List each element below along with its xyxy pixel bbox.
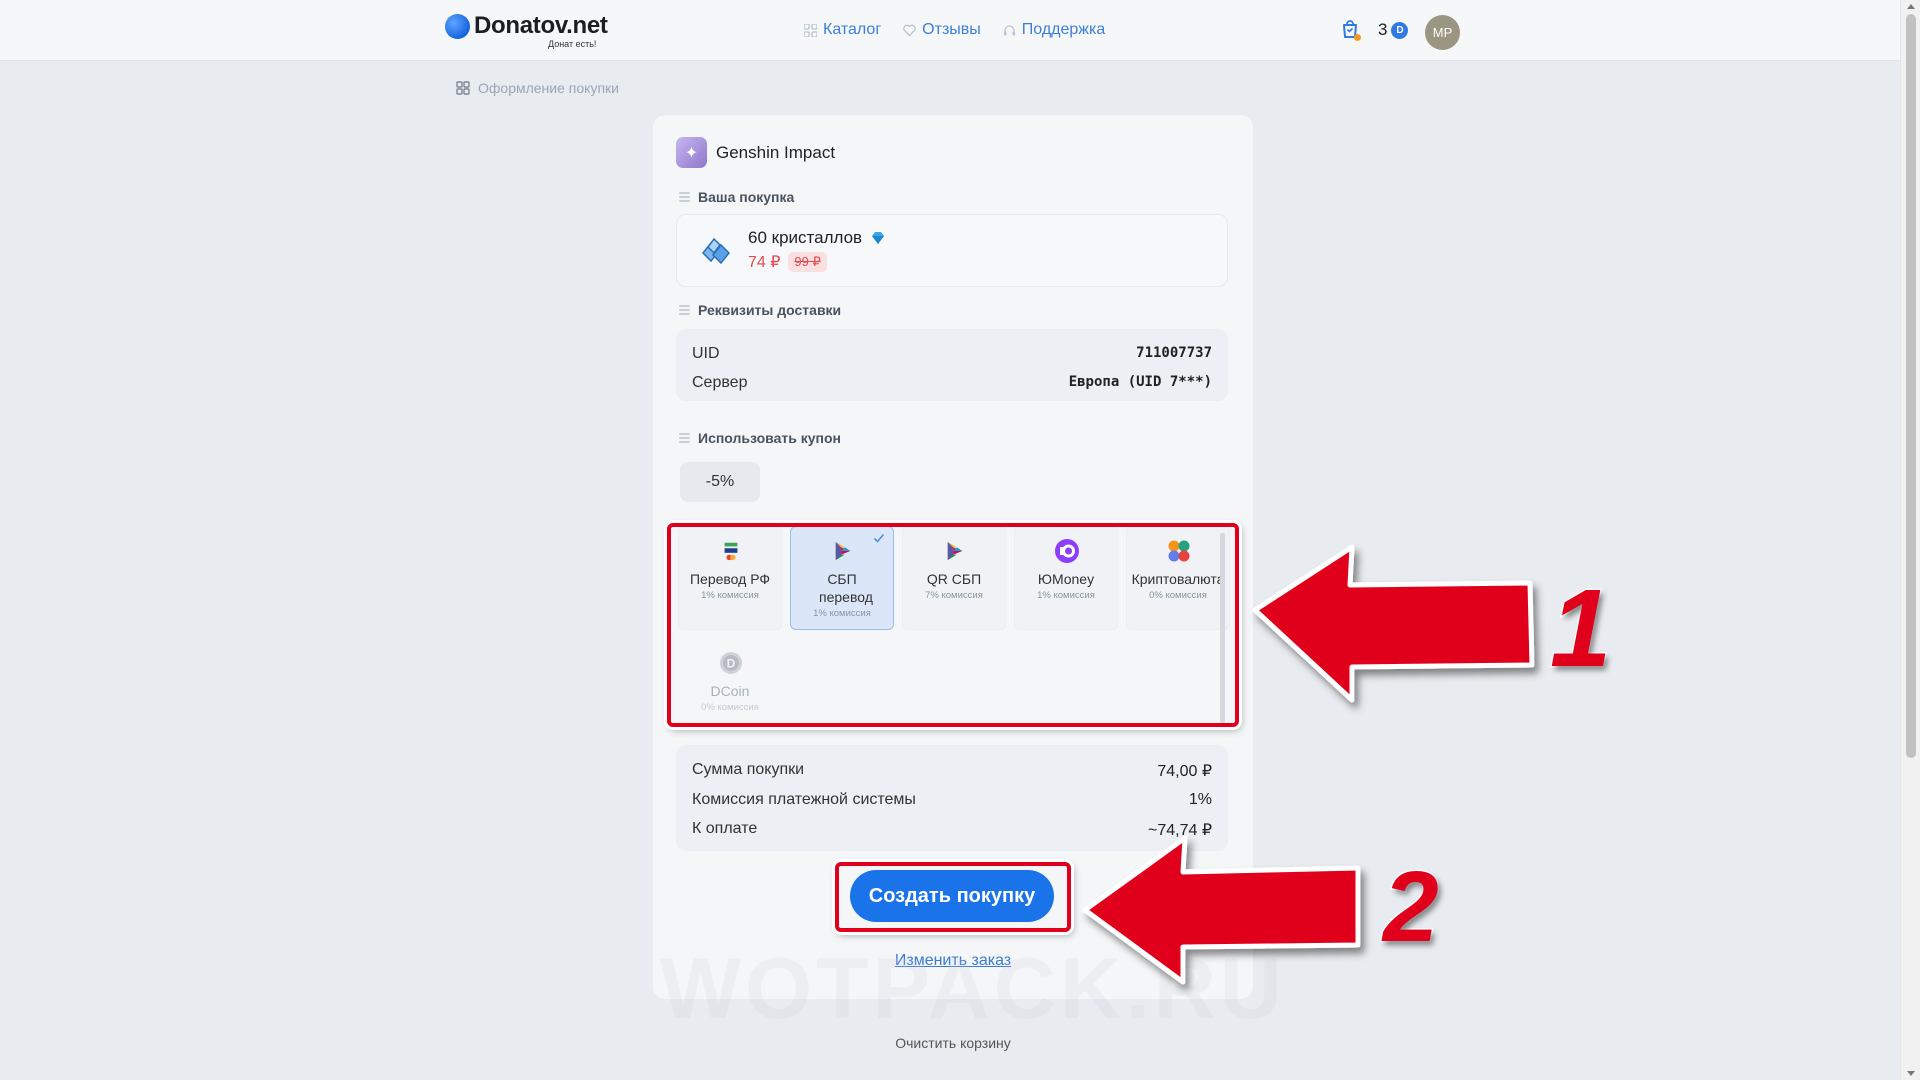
product-name: 60 кристаллов (748, 228, 886, 248)
sum-label: Сумма покупки (692, 761, 805, 778)
delivery-section-label: Реквизиты доставки (679, 302, 841, 318)
delivery-details: UID 711007737 Сервер Европа (UID 7***) (676, 329, 1228, 401)
balance-value: 3 (1378, 20, 1388, 39)
order-summary: Сумма покупки 74,00 ₽ Комиссия платежной… (676, 745, 1228, 851)
grid-icon (804, 23, 817, 37)
sum-row: Сумма покупки 74,00 ₽ (692, 761, 1212, 781)
step-number-1: 1 (1548, 566, 1612, 692)
coupon-section-text: Использовать купон (698, 430, 841, 446)
product-name-text: 60 кристаллов (748, 228, 863, 247)
clear-cart-link[interactable]: Очистить корзину (653, 1035, 1253, 1051)
page-scrollbar[interactable] (1900, 0, 1920, 1080)
crystals-icon (701, 237, 731, 265)
coupon-chip[interactable]: -5% (680, 462, 760, 502)
total-label: К оплате (692, 820, 758, 837)
arrow-step-1 (1252, 544, 1535, 703)
fee-label: Комиссия платежной системы (692, 791, 916, 808)
highlight-frame-button (835, 862, 1071, 932)
server-value: Европа (UID 7***) (1068, 374, 1212, 390)
total-value: ~74,74 ₽ (1147, 822, 1212, 839)
old-price: 99 ₽ (788, 252, 827, 272)
nav-support-label: Поддержка (1021, 21, 1106, 38)
sum-value: 74,00 ₽ (1157, 763, 1212, 780)
nav-reviews-label: Отзывы (922, 21, 981, 38)
coupon-section-label: Использовать купон (679, 430, 841, 446)
breadcrumb-current: Оформление покупки (478, 80, 619, 96)
heart-icon (903, 24, 916, 37)
avatar[interactable]: MP (1425, 15, 1460, 50)
product-item: 60 кристаллов 74 ₽ 99 ₽ (676, 214, 1228, 287)
nav-catalog-label: Каталог (823, 21, 882, 38)
nav-support[interactable]: Поддержка (1003, 21, 1105, 39)
top-header: Donatov.net Донат есть! Каталог Отзывы П… (0, 0, 1900, 61)
dcoin-icon: D (1391, 21, 1409, 39)
nav-catalog[interactable]: Каталог (804, 21, 881, 39)
server-label: Сервер (692, 374, 748, 391)
site-logo[interactable]: Donatov.net Донат есть! (445, 12, 608, 49)
nav-reviews[interactable]: Отзывы (903, 21, 981, 39)
game-header: ✦ Genshin Impact (676, 137, 835, 168)
uid-label: UID (692, 345, 720, 362)
cart-icon[interactable] (1340, 20, 1361, 41)
step-number-2: 2 (1382, 850, 1441, 965)
purchase-section-text: Ваша покупка (698, 189, 795, 205)
scroll-thumb[interactable] (1906, 14, 1916, 758)
game-avatar-icon: ✦ (676, 137, 707, 168)
gem-icon (872, 232, 885, 244)
list-icon (679, 192, 690, 202)
headset-icon (1003, 24, 1016, 37)
watermark: WOTPACK.RU (660, 941, 1287, 1037)
price-row: 74 ₽ 99 ₽ (748, 252, 827, 272)
breadcrumb: Оформление покупки (456, 80, 619, 96)
delivery-section-text: Реквизиты доставки (698, 302, 842, 318)
list-icon (679, 305, 690, 315)
highlight-frame-methods (667, 523, 1239, 727)
logo-ball-icon (445, 14, 470, 39)
logo-text: Donatov.net (474, 12, 608, 39)
game-title: Genshin Impact (716, 142, 836, 162)
scroll-up-arrow[interactable] (1907, 4, 1915, 9)
main-nav: Каталог Отзывы Поддержка (804, 21, 1105, 39)
fee-value: 1% (1188, 791, 1212, 808)
list-icon (679, 433, 690, 443)
fee-row: Комиссия платежной системы 1% (692, 791, 1212, 809)
coin-balance[interactable]: 3 D (1378, 20, 1409, 40)
home-grid-icon[interactable] (456, 81, 470, 95)
cart-badge (1354, 34, 1361, 41)
uid-row: UID 711007737 (692, 345, 1212, 363)
uid-value: 711007737 (1136, 345, 1212, 361)
current-price: 74 ₽ (748, 254, 781, 271)
scroll-down-arrow[interactable] (1907, 1071, 1915, 1076)
purchase-section-label: Ваша покупка (679, 189, 794, 205)
server-row: Сервер Европа (UID 7***) (692, 374, 1212, 392)
logo-tagline: Донат есть! (548, 39, 597, 49)
total-row: К оплате ~74,74 ₽ (692, 820, 1212, 840)
